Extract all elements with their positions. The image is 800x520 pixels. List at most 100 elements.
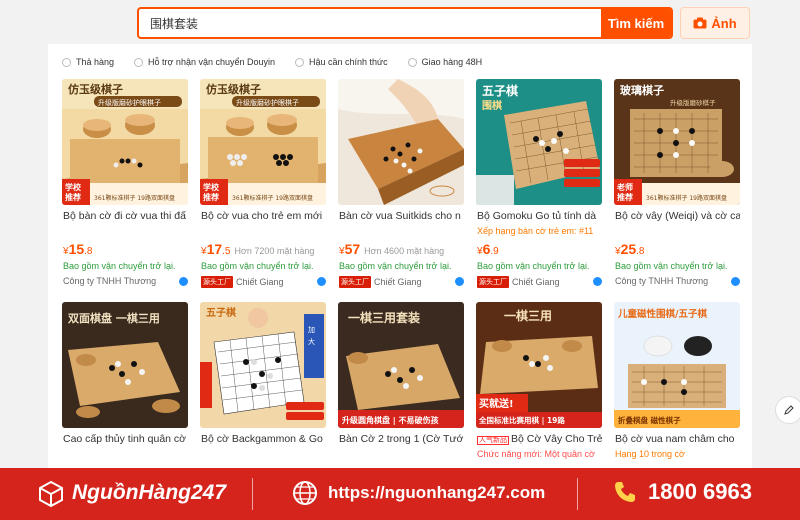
product-image[interactable]: 一棋三用套装 升级圆角棋盘 | 不易破伤孩 bbox=[338, 302, 464, 428]
svg-text:大: 大 bbox=[308, 337, 315, 346]
footer-divider bbox=[252, 478, 253, 510]
svg-text:升级版磨砂护眼棋子: 升级版磨砂护眼棋子 bbox=[236, 98, 299, 107]
search-input[interactable] bbox=[139, 9, 601, 37]
svg-text:学校: 学校 bbox=[65, 182, 82, 192]
shipping-note: Bao gồm vận chuyển trở lại. bbox=[339, 261, 452, 271]
top-bar: Tìm kiếm Ảnh bbox=[0, 0, 800, 44]
shipping-note: Bao gồm vận chuyển trở lại. bbox=[63, 261, 176, 271]
product-image[interactable]: 一棋三用 买就送! 全国标准比赛用棋 | 19路 bbox=[476, 302, 602, 428]
filter-label: Thả hàng bbox=[76, 57, 115, 67]
svg-text:玻璃棋子: 玻璃棋子 bbox=[620, 83, 664, 97]
chat-icon[interactable] bbox=[593, 277, 602, 286]
radio-icon bbox=[62, 57, 71, 67]
svg-text:围棋: 围棋 bbox=[482, 99, 502, 112]
globe-icon bbox=[293, 481, 317, 505]
svg-text:升级版磨砂棋子: 升级版磨砂棋子 bbox=[670, 98, 716, 107]
product-title[interactable]: Bàn cờ vua Suitkids cho n bbox=[339, 210, 464, 222]
svg-text:361颗标准棋子 19路双面棋盘: 361颗标准棋子 19路双面棋盘 bbox=[646, 194, 727, 202]
svg-text:五子棋: 五子棋 bbox=[482, 83, 518, 98]
svg-text:学校: 学校 bbox=[203, 182, 220, 192]
product-title[interactable]: Cao cấp thủy tinh quân cờ bbox=[63, 433, 188, 445]
search-box: Tìm kiếm bbox=[137, 7, 673, 39]
ranking-note[interactable]: Chức năng mới: Một quân cờ bbox=[477, 449, 602, 459]
filter-48h[interactable]: Giao hàng 48H bbox=[407, 57, 483, 67]
filter-douyin[interactable]: Hỗ trợ nhận vận chuyển Douyin bbox=[134, 57, 275, 67]
camera-icon bbox=[693, 17, 707, 29]
svg-text:双面棋盘 一棋三用: 双面棋盘 一棋三用 bbox=[68, 311, 160, 325]
radio-icon bbox=[407, 57, 417, 67]
search-button[interactable]: Tìm kiếm bbox=[601, 9, 671, 37]
footer-website[interactable]: https://nguonhang247.com bbox=[292, 480, 545, 506]
svg-text:361颗标准棋子 19路双面棋盘: 361颗标准棋子 19路双面棋盘 bbox=[232, 194, 313, 202]
product-image[interactable]: 玻璃棋子 升级版磨砂棋子 老师 推荐 361颗标准棋子 19路双面棋盘 bbox=[614, 79, 740, 205]
footer-phone[interactable]: 1800 6963 bbox=[612, 479, 752, 505]
image-caption: 361颗标准棋子 19路双面棋盘 bbox=[94, 194, 175, 202]
shipping-note: Bao gồm vận chuyển trở lại. bbox=[615, 261, 728, 271]
svg-text:买就送!: 买就送! bbox=[479, 397, 514, 410]
product-image[interactable]: 仿玉级棋子 升级版磨砂护眼棋子 学校 推荐 361颗标准棋子 19路双面棋盘 bbox=[62, 79, 188, 205]
svg-text:一棋三用: 一棋三用 bbox=[504, 308, 552, 323]
ranking-note[interactable]: Xếp hạng bàn cờ trẻ em: #11 bbox=[477, 226, 602, 236]
filter-label: Hậu cần chính thức bbox=[309, 57, 388, 67]
box-logo-icon bbox=[39, 480, 63, 508]
source-factory-badge: 源头工厂 bbox=[477, 276, 509, 288]
hot-new-tag: 人气新品 bbox=[477, 436, 509, 445]
product-image[interactable]: 儿童磁性围棋/五子棋 折叠棋盘 磁性棋子 bbox=[614, 302, 740, 428]
footer-brand: NguồnHàng247 bbox=[36, 478, 226, 508]
product-image[interactable]: 五子棋 加 大 bbox=[200, 302, 326, 428]
edit-fab-button[interactable] bbox=[775, 396, 800, 424]
ranking-note[interactable]: Hạng 10 trong cờ bbox=[615, 449, 740, 459]
product-title[interactable]: Bộ cờ Backgammon & Go bbox=[201, 433, 326, 445]
product-title[interactable]: 人气新品 Bộ Cờ Vây Cho Trẻ bbox=[477, 433, 602, 445]
product-image[interactable]: 仿玉级棋子 升级版磨砂护眼棋子 学校 推荐 361颗标准棋子 19路双面棋盘 bbox=[200, 79, 326, 205]
chat-icon[interactable] bbox=[317, 277, 326, 286]
svg-text:折叠棋盘 磁性棋子: 折叠棋盘 磁性棋子 bbox=[618, 415, 681, 425]
price: ¥57 Hơn 4600 mặt hàng bbox=[339, 241, 445, 257]
brand-name: NguồnHàng247 bbox=[72, 481, 227, 504]
filter-label: Giao hàng 48H bbox=[421, 57, 483, 67]
chat-icon[interactable] bbox=[455, 277, 464, 286]
shop-info[interactable]: Công ty TNHH Thương bbox=[615, 276, 740, 286]
svg-text:全国标准比赛用棋 | 19路: 全国标准比赛用棋 | 19路 bbox=[478, 415, 565, 426]
svg-text:老师: 老师 bbox=[616, 182, 633, 192]
filter-official-logistics[interactable]: Hậu cần chính thức bbox=[295, 57, 388, 67]
product-image[interactable] bbox=[338, 79, 464, 205]
shop-info[interactable]: Công ty TNHH Thương bbox=[63, 276, 188, 286]
shop-info[interactable]: 源头工厂 Chiết Giang bbox=[339, 276, 464, 288]
product-title[interactable]: Bộ cờ vua nam châm cho bbox=[615, 433, 740, 445]
price: ¥6.9 bbox=[477, 241, 499, 257]
svg-text:加: 加 bbox=[308, 325, 315, 334]
chat-icon[interactable] bbox=[179, 277, 188, 286]
phone-number[interactable]: 1800 6963 bbox=[648, 479, 752, 505]
sold-count: Hơn 7200 mặt hàng bbox=[234, 246, 315, 256]
source-factory-badge: 源头工厂 bbox=[339, 276, 371, 288]
price: ¥15.8 bbox=[63, 241, 93, 257]
image-search-label: Ảnh bbox=[711, 15, 737, 31]
website-url[interactable]: https://nguonhang247.com bbox=[328, 483, 545, 503]
image-search-button[interactable]: Ảnh bbox=[680, 7, 750, 39]
product-image[interactable]: 双面棋盘 一棋三用 bbox=[62, 302, 188, 428]
filter-row: Thả hàng Hỗ trợ nhận vận chuyển Douyin H… bbox=[62, 57, 482, 67]
svg-text:一棋三用套装: 一棋三用套装 bbox=[348, 310, 420, 325]
product-title[interactable]: Bộ cờ vây (Weiqi) và cờ ca bbox=[615, 210, 740, 222]
product-title[interactable]: Bàn Cờ 2 trong 1 (Cờ Tướn bbox=[339, 433, 464, 445]
shipping-note: Bao gồm vận chuyển trở lại. bbox=[201, 261, 314, 271]
shipping-note: Bao gồm vận chuyển trở lại. bbox=[477, 261, 590, 271]
price: ¥17.5 Hơn 7200 mặt hàng bbox=[201, 241, 315, 257]
svg-text:仿玉级棋子: 仿玉级棋子 bbox=[206, 82, 261, 96]
radio-icon bbox=[134, 57, 144, 67]
sold-count: Hơn 4600 mặt hàng bbox=[364, 246, 445, 256]
image-subtitle: 升级版磨砂护眼棋子 bbox=[98, 98, 161, 107]
product-title[interactable]: Bộ bàn cờ đi cờ vua thi đấ bbox=[63, 210, 188, 222]
chat-icon[interactable] bbox=[731, 277, 740, 286]
svg-text:推荐: 推荐 bbox=[65, 192, 81, 202]
shop-info[interactable]: 源头工厂 Chiết Giang bbox=[477, 276, 602, 288]
product-title[interactable]: Bộ Gomoku Go tủ tính dà bbox=[477, 210, 602, 222]
product-image[interactable]: 五子棋 围棋 bbox=[476, 79, 602, 205]
filter-dropship[interactable]: Thả hàng bbox=[62, 57, 114, 67]
shop-info[interactable]: 源头工厂 Chiết Giang bbox=[201, 276, 326, 288]
pencil-icon bbox=[784, 405, 794, 415]
svg-text:儿童磁性围棋/五子棋: 儿童磁性围棋/五子棋 bbox=[617, 308, 707, 320]
product-title[interactable]: Bộ cờ vua cho trẻ em mới bbox=[201, 210, 326, 222]
footer-divider bbox=[577, 478, 578, 510]
